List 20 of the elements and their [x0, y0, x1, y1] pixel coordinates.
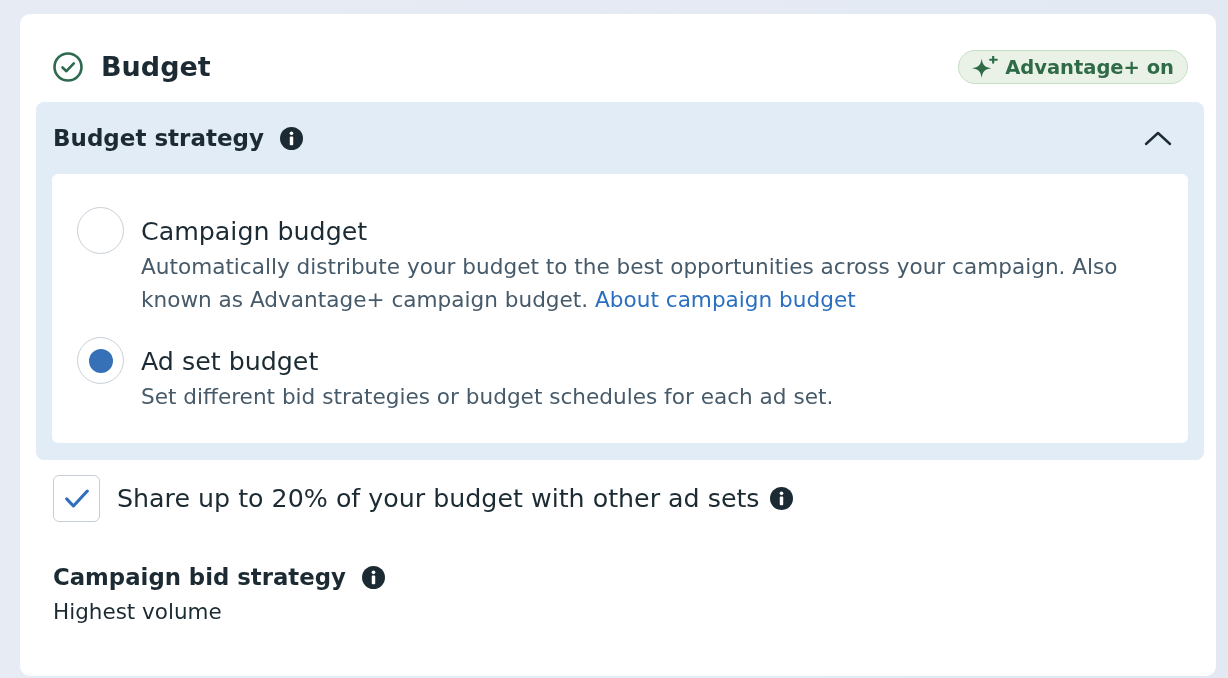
about-link[interactable]: About campaign budget [595, 287, 856, 312]
option-description: Automatically distribute your budget to the best opportunities across your campaign. Also known as Advantage+ campaign budget. About campaign budget [141, 253, 1119, 314]
checkbox[interactable] [53, 475, 100, 522]
panel-title: Budget strategy [53, 125, 265, 151]
bid-strategy-title: Campaign bid strategy [53, 564, 346, 590]
section-title: Budget [101, 50, 211, 84]
bid-strategy-value: Highest volume [53, 598, 222, 626]
option-description: Set different bid strategies or budget schedules for each ad set. [141, 383, 834, 411]
advantage-badge: Advantage+ on [958, 50, 1188, 84]
info-icon[interactable] [361, 565, 385, 589]
info-icon[interactable] [769, 487, 793, 510]
sparkle-icon [972, 56, 999, 78]
radio-button[interactable] [77, 207, 124, 254]
option-label: Campaign budget [141, 216, 368, 248]
radio-button[interactable] [77, 337, 124, 384]
checkmark-icon [64, 489, 89, 508]
checkbox-label: Share up to 20% of your budget with other ad sets [117, 484, 760, 513]
info-icon[interactable] [280, 126, 304, 150]
option-label: Ad set budget [141, 346, 319, 378]
collapse-button[interactable] [1144, 130, 1172, 146]
